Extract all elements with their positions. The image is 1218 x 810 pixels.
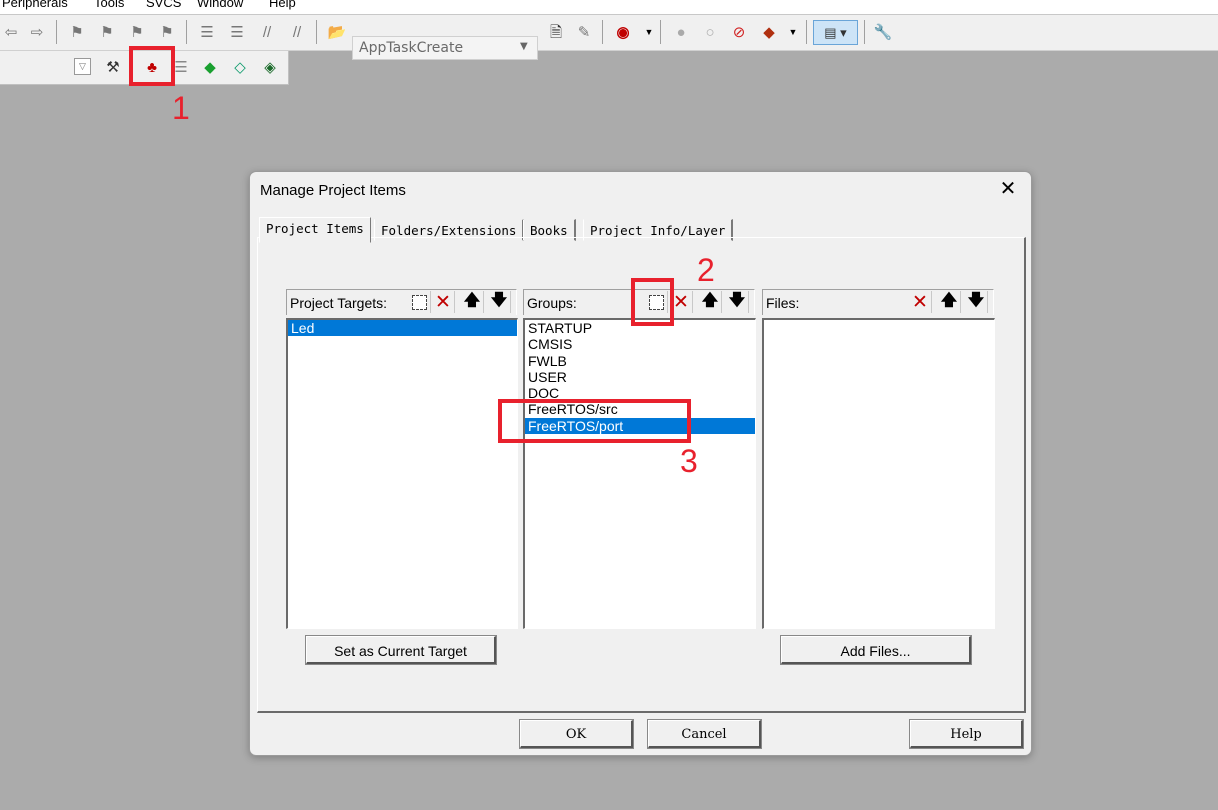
disable-breakpoint-icon[interactable]: ○	[699, 21, 721, 43]
move-up-icon[interactable]: 🡅	[938, 291, 961, 313]
target-combo[interactable]: AppTaskCreate ▼	[352, 36, 538, 60]
annotation-box-3	[498, 399, 691, 443]
move-down-icon[interactable]: 🡇	[726, 291, 749, 313]
chevron-down-icon[interactable]: ▼	[782, 21, 804, 43]
breakpoint-icon[interactable]: ●	[670, 21, 692, 43]
chevron-down-icon[interactable]: ▼	[638, 21, 660, 43]
move-up-icon[interactable]: 🡅	[699, 291, 722, 313]
set-current-target-button[interactable]: Set as Current Target	[306, 636, 496, 664]
cancel-button[interactable]: Cancel	[648, 720, 761, 748]
target-options-dropdown[interactable]: ▽	[74, 58, 91, 75]
delete-target-icon[interactable]: ✕	[432, 291, 455, 313]
list-item[interactable]: CMSIS	[525, 336, 755, 352]
annotation-label-1: 1	[172, 90, 190, 126]
manage-project-items-dialog: Manage Project Items ✕ Project Items Fol…	[249, 171, 1032, 756]
toolbar-separator	[602, 20, 603, 44]
move-down-icon[interactable]: 🡇	[488, 291, 511, 313]
multi-project-icon[interactable]: ◈	[259, 56, 281, 78]
move-down-icon[interactable]: 🡇	[965, 291, 988, 313]
incremental-find-icon[interactable]: ✎	[573, 21, 595, 43]
dialog-title: Manage Project Items	[260, 182, 406, 199]
groups-label: Groups:	[527, 295, 577, 311]
list-item[interactable]: FWLB	[525, 353, 755, 369]
targets-header: Project Targets: ✕ 🡅 🡇	[286, 289, 517, 315]
find-icon[interactable]: 🗎	[545, 21, 567, 43]
main-toolbar: ⇦ ⇨ ⚑ ⚑ ⚑ ⚑ ☰ ☰ // // 📂 AppTaskCreate ▼ …	[0, 15, 1218, 60]
menu-window[interactable]: Window	[197, 0, 243, 10]
targets-list[interactable]: Led	[286, 318, 518, 629]
prev-bookmark-icon[interactable]: ⚑	[96, 21, 118, 43]
target-options-icon[interactable]: ⚒	[102, 56, 124, 78]
groups-list[interactable]: STARTUP CMSIS FWLB USER DOC FreeRTOS/src…	[523, 318, 756, 629]
window-layout-icon[interactable]: ▤ ▾	[813, 20, 858, 45]
toolbar-separator	[56, 20, 57, 44]
menu-peripherals[interactable]: Peripherals	[2, 0, 68, 10]
list-item[interactable]: Led	[288, 320, 517, 337]
unindent-icon[interactable]: ☰	[226, 21, 248, 43]
menu-svcs[interactable]: SVCS	[146, 0, 181, 10]
files-label: Files:	[766, 295, 800, 311]
target-combo-value: AppTaskCreate	[359, 40, 464, 56]
nav-back-icon[interactable]: ⇦	[0, 21, 22, 43]
tab-project-items[interactable]: Project Items	[259, 217, 371, 243]
chevron-down-icon: ▼	[520, 41, 528, 52]
delete-file-icon[interactable]: ✕	[909, 291, 932, 313]
kill-breakpoints-icon[interactable]: ⊘	[728, 21, 750, 43]
annotation-box-1	[129, 46, 175, 86]
debug-session-icon[interactable]: ◉	[612, 21, 634, 43]
configure-icon[interactable]: 🔧	[872, 21, 894, 43]
comment-icon[interactable]: //	[256, 21, 278, 43]
toolbar-separator	[316, 20, 317, 44]
files-list[interactable]	[762, 318, 995, 629]
list-item[interactable]: USER	[525, 369, 755, 385]
toolbar-separator	[660, 20, 661, 44]
add-files-button[interactable]: Add Files...	[781, 636, 971, 664]
pack-installer-icon[interactable]: ◆	[199, 56, 221, 78]
ok-button[interactable]: OK	[520, 720, 633, 748]
files-header: Files: ✕ 🡅 🡇	[762, 289, 994, 315]
menu-help[interactable]: Help	[269, 0, 296, 10]
clear-bookmarks-icon[interactable]: ⚑	[156, 21, 178, 43]
toolbar-separator	[864, 20, 865, 44]
toolbar-separator	[806, 20, 807, 44]
next-bookmark-icon[interactable]: ⚑	[126, 21, 148, 43]
help-button[interactable]: Help	[910, 720, 1023, 748]
annotation-label-3: 3	[680, 443, 698, 479]
close-icon[interactable]: ✕	[997, 178, 1019, 200]
erase-icon[interactable]: ◆	[758, 21, 780, 43]
annotation-label-2: 2	[697, 252, 715, 288]
annotation-box-2	[631, 278, 674, 326]
toolbar-separator	[186, 20, 187, 44]
menu-tools[interactable]: Tools	[94, 0, 124, 10]
menu-bar: Peripherals Tools SVCS Window Help	[0, 0, 1218, 15]
find-in-files-icon[interactable]: 📂	[326, 21, 348, 43]
new-target-icon[interactable]	[408, 291, 431, 313]
move-up-icon[interactable]: 🡅	[461, 291, 484, 313]
nav-forward-icon[interactable]: ⇨	[26, 21, 48, 43]
runtime-environment-icon[interactable]: ◇	[229, 56, 251, 78]
bookmark-icon[interactable]: ⚑	[66, 21, 88, 43]
targets-label: Project Targets:	[290, 295, 388, 311]
indent-icon[interactable]: ☰	[196, 21, 218, 43]
uncomment-icon[interactable]: //	[286, 21, 308, 43]
